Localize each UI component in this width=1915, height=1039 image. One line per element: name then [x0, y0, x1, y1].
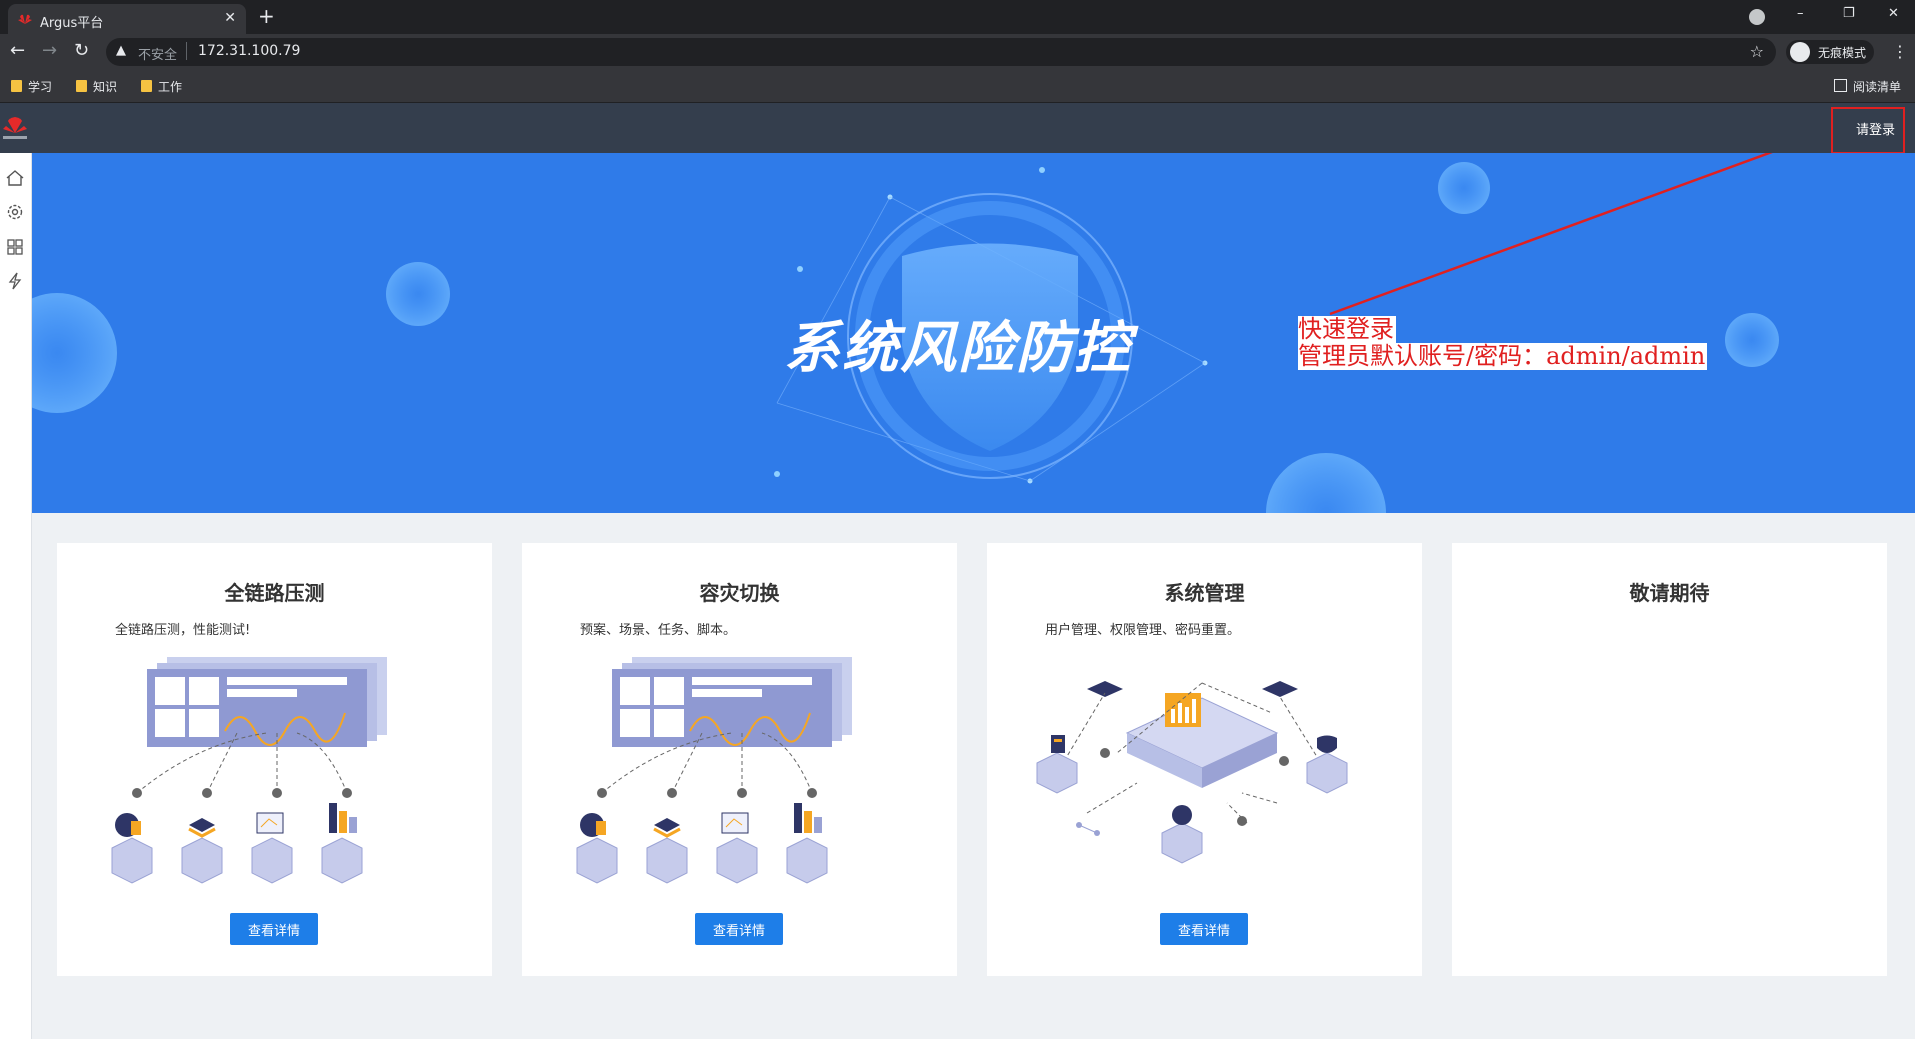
sidebar [0, 153, 32, 1039]
address-divider [186, 42, 187, 60]
folder-icon [11, 80, 22, 92]
folder-icon [141, 80, 152, 92]
bookmark-study[interactable]: 学习 [11, 78, 52, 95]
minimize-button[interactable]: – [1797, 6, 1804, 21]
window-close-button[interactable]: ✕ [1888, 6, 1899, 21]
bookmark-label: 工作 [158, 80, 183, 94]
card-system-management: 系统管理 用户管理、权限管理、密码重置。 查看详情 [987, 543, 1422, 976]
address-bar[interactable]: ▲ 不安全 172.31.100.79 ☆ [106, 38, 1776, 66]
card-description: 预案、场景、任务、脚本。 [580, 623, 737, 638]
home-icon[interactable] [4, 167, 26, 189]
new-tab-button[interactable]: + [258, 4, 275, 28]
incognito-badge[interactable]: 无痕模式 [1786, 40, 1874, 64]
grid-icon[interactable] [4, 236, 26, 258]
card-disaster-recovery-switch: 容灾切换 预案、场景、任务、脚本。 查看详情 [522, 543, 957, 976]
tab-close-button[interactable]: ✕ [224, 10, 236, 26]
view-details-button[interactable]: 查看详情 [1160, 913, 1248, 945]
reading-list-icon [1834, 79, 1847, 92]
browser-tab-strip: Argus平台 ✕ + – ❐ ✕ [0, 0, 1915, 34]
bookmark-star-icon[interactable]: ☆ [1750, 42, 1764, 61]
view-details-button[interactable]: 查看详情 [695, 913, 783, 945]
disaster-recovery-illustration [576, 657, 852, 884]
card-description: 全链路压测，性能测试! [115, 623, 251, 638]
warning-icon[interactable]: ▲ [116, 43, 126, 58]
url-text[interactable]: 172.31.100.79 [198, 43, 300, 59]
system-management-illustration [1036, 681, 1348, 864]
bookmark-label: 知识 [93, 80, 118, 94]
huawei-favicon-icon [18, 14, 32, 24]
bookmark-work[interactable]: 工作 [141, 78, 182, 95]
incognito-icon [1790, 42, 1810, 62]
huawei-logo-icon [3, 117, 27, 139]
card-title: 全链路压测 [224, 581, 325, 605]
forward-button[interactable]: → [42, 40, 57, 61]
card-full-link-stress-test: 全链路压测 全链路压测，性能测试! 查看详情 [57, 543, 492, 976]
card-title: 敬请期待 [1629, 581, 1710, 605]
folder-icon [76, 80, 87, 92]
security-label[interactable]: 不安全 [138, 44, 177, 63]
card-description: 用户管理、权限管理、密码重置。 [1045, 623, 1241, 638]
reading-list-label: 阅读清单 [1853, 80, 1902, 94]
note-line-1: 快速登录 [1298, 315, 1396, 343]
note-line-2: 管理员默认账号/密码：admin/admin [1298, 342, 1708, 370]
browser-menu-button[interactable]: ⋮ [1892, 42, 1908, 61]
reading-list-button[interactable]: 阅读清单 [1834, 78, 1901, 95]
back-button[interactable]: ← [10, 40, 25, 61]
banner-title: 系统风险防控 [784, 316, 1132, 381]
login-highlight-box [1831, 107, 1905, 154]
gear-icon[interactable] [4, 201, 26, 223]
bookmarks-bar: 学习 知识 工作 阅读清单 [0, 70, 1915, 103]
browser-tab[interactable]: Argus平台 ✕ [8, 4, 246, 34]
bookmark-knowledge[interactable]: 知识 [76, 78, 117, 95]
card-title: 容灾切换 [699, 581, 780, 605]
reload-button[interactable]: ↻ [74, 40, 89, 61]
stress-test-illustration [111, 657, 387, 884]
incognito-label: 无痕模式 [1818, 46, 1867, 60]
quick-login-note: 快速登录 管理员默认账号/密码：admin/admin [1298, 315, 1708, 370]
tab-title: Argus平台 [40, 16, 104, 31]
tab-search-icon[interactable] [1749, 9, 1765, 25]
app-header: 请登录 [0, 103, 1915, 154]
card-coming-soon: 敬请期待 [1452, 543, 1887, 976]
restore-button[interactable]: ❐ [1843, 6, 1855, 21]
bookmark-label: 学习 [28, 80, 53, 94]
browser-toolbar: ← → ↻ ▲ 不安全 172.31.100.79 ☆ 无痕模式 ⋮ [0, 34, 1915, 70]
card-title: 系统管理 [1164, 581, 1245, 605]
view-details-button[interactable]: 查看详情 [230, 913, 318, 945]
lightning-icon[interactable] [4, 270, 26, 292]
